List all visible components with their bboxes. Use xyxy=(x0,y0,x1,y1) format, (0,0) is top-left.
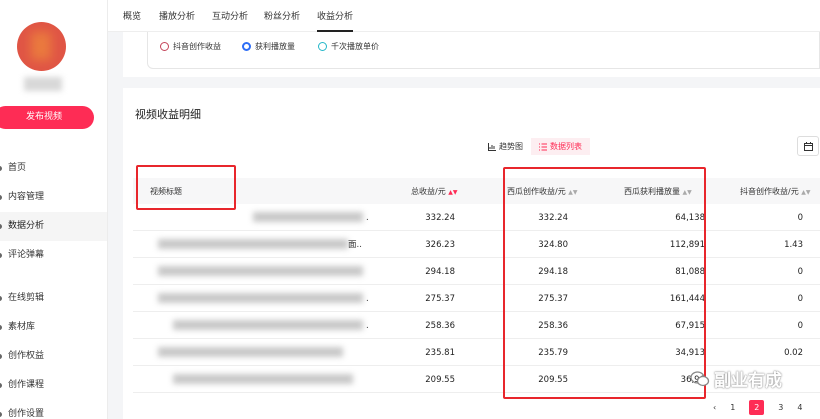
sidebar-item-analytics[interactable]: 数据分析 xyxy=(0,212,107,241)
col-douyin-revenue[interactable]: 抖音创作收益/元 ▲▼ xyxy=(740,178,810,204)
sort-icon: ▲▼ xyxy=(801,189,811,196)
sidebar-nav: 首页 内容管理 数据分析 评论弹幕 在线剪辑 素材库 创作权益 创作课程 创作设… xyxy=(0,154,107,419)
tab-play-analysis[interactable]: 播放分析 xyxy=(159,0,195,32)
trend-chart-toggle[interactable]: 趋势图 xyxy=(480,138,531,155)
sidebar-item-comments[interactable]: 评论弹幕 xyxy=(0,241,107,270)
highlight-xigua-columns xyxy=(503,167,706,399)
radio-label: 千次播放单价 xyxy=(331,42,379,51)
tab-fans-analysis[interactable]: 粉丝分析 xyxy=(264,0,300,32)
table-row[interactable]: . 332.24 332.24 64,138 0 xyxy=(133,204,820,231)
video-title-blurred xyxy=(158,239,348,249)
wechat-icon xyxy=(690,370,710,386)
section-title: 视频收益明细 xyxy=(135,108,201,121)
douyin-revenue: 0 xyxy=(797,294,803,304)
douyin-revenue: 0 xyxy=(797,321,803,331)
page-2[interactable]: 2 xyxy=(749,400,765,415)
douyin-revenue: 0.02 xyxy=(784,348,803,358)
total-revenue: 258.36 xyxy=(425,321,455,331)
radio-circle-icon xyxy=(318,42,327,51)
sidebar-item-assets[interactable]: 素材库 xyxy=(0,313,107,342)
sidebar-item-home[interactable]: 首页 xyxy=(0,154,107,183)
video-title: . xyxy=(366,321,369,331)
radio-selected-icon xyxy=(242,42,251,51)
view-toggle: 趋势图 数据列表 xyxy=(480,138,590,155)
watermark: 副业有成 xyxy=(690,366,782,391)
total-revenue: 209.55 xyxy=(425,375,455,385)
video-title-blurred xyxy=(158,293,363,303)
avatar[interactable] xyxy=(17,22,66,71)
radio-circle-icon xyxy=(160,42,169,51)
tab-overview[interactable]: 概览 xyxy=(123,0,141,32)
douyin-revenue: 0 xyxy=(797,213,803,223)
video-title-blurred xyxy=(173,320,363,330)
video-title-blurred xyxy=(158,347,343,357)
sort-icon: ▲▼ xyxy=(448,189,458,196)
sidebar-item-benefits[interactable]: 创作权益 xyxy=(0,342,107,371)
trend-chart-label: 趋势图 xyxy=(499,142,523,151)
data-list-toggle[interactable]: 数据列表 xyxy=(531,138,590,155)
video-title-blurred xyxy=(253,212,363,222)
table-header: 视频标题 总收益/元 ▲▼ 西瓜创作收益/元 ▲▼ 西瓜获利播放量 ▲▼ 抖音创… xyxy=(133,178,820,204)
total-revenue: 275.37 xyxy=(425,294,455,304)
total-revenue: 294.18 xyxy=(425,267,455,277)
total-revenue: 235.81 xyxy=(425,348,455,358)
radio-label: 抖音创作收益 xyxy=(173,42,221,51)
radio-cpm[interactable]: 千次播放单价 xyxy=(318,41,379,52)
metric-filter-card: 抖音创作收益 获利播放量 千次播放单价 xyxy=(123,32,820,77)
username xyxy=(24,77,62,91)
douyin-revenue: 0 xyxy=(797,267,803,277)
prev-page-button[interactable]: ‹ xyxy=(713,403,716,415)
pagination: ‹ 1 2 3 4 xyxy=(713,400,802,415)
sidebar-item-content[interactable]: 内容管理 xyxy=(0,183,107,212)
douyin-revenue: 1.43 xyxy=(784,240,803,250)
highlight-title-column xyxy=(136,165,236,210)
page-1[interactable]: 1 xyxy=(730,403,735,415)
metric-filter-box: 抖音创作收益 获利播放量 千次播放单价 xyxy=(147,32,820,69)
page-4[interactable]: 4 xyxy=(797,403,802,415)
col-label: 总收益/元 xyxy=(411,187,446,196)
radio-douyin-revenue[interactable]: 抖音创作收益 xyxy=(160,41,221,52)
table-row[interactable]: 294.18 294.18 81,088 0 xyxy=(133,258,820,285)
watermark-text: 副业有成 xyxy=(714,371,782,391)
table-row[interactable]: 面.. 326.23 324.80 112,891 1.43 xyxy=(133,231,820,258)
list-icon xyxy=(539,143,547,150)
video-title: . xyxy=(366,294,369,304)
video-title-blurred xyxy=(158,266,363,276)
chart-icon xyxy=(488,142,496,151)
date-picker-button[interactable] xyxy=(797,136,819,156)
page-3[interactable]: 3 xyxy=(778,403,783,415)
table-row[interactable]: . 275.37 275.37 161,444 0 xyxy=(133,285,820,312)
sidebar-item-settings[interactable]: 创作设置 xyxy=(0,400,107,419)
radio-paid-plays[interactable]: 获利播放量 xyxy=(242,41,295,52)
data-list-label: 数据列表 xyxy=(550,142,582,151)
publish-video-button[interactable]: 发布视频 xyxy=(0,106,94,129)
sidebar-item-courses[interactable]: 创作课程 xyxy=(0,371,107,400)
sidebar-item-online-edit[interactable]: 在线剪辑 xyxy=(0,284,107,313)
col-label: 抖音创作收益/元 xyxy=(740,187,799,196)
total-revenue: 326.23 xyxy=(425,240,455,250)
tab-interaction-analysis[interactable]: 互动分析 xyxy=(212,0,248,32)
calendar-icon xyxy=(803,141,813,151)
video-title: . xyxy=(366,213,369,223)
table-row[interactable]: 235.81 235.79 34,913 0.02 xyxy=(133,339,820,366)
video-title: 面.. xyxy=(348,240,362,250)
video-title-blurred xyxy=(173,374,353,384)
total-revenue: 332.24 xyxy=(425,213,455,223)
table-row[interactable]: . 258.36 258.36 67,915 0 xyxy=(133,312,820,339)
tab-revenue-analysis[interactable]: 收益分析 xyxy=(317,0,354,32)
sidebar: 发布视频 首页 内容管理 数据分析 评论弹幕 在线剪辑 素材库 创作权益 创作课… xyxy=(0,0,108,419)
analytics-tabs: 概览 播放分析 互动分析 粉丝分析 收益分析 xyxy=(108,0,820,32)
col-total-revenue[interactable]: 总收益/元 ▲▼ xyxy=(411,178,457,204)
radio-label: 获利播放量 xyxy=(255,42,295,51)
